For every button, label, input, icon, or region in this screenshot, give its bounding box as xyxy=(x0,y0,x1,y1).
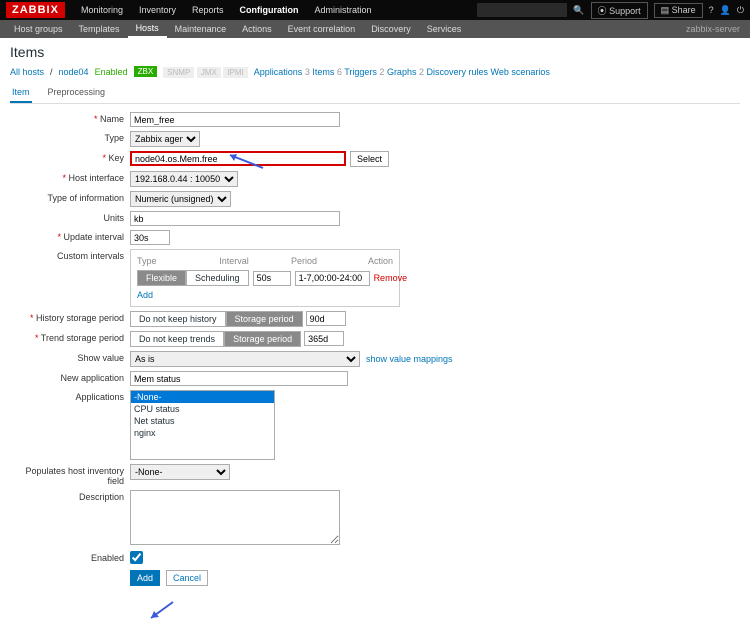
subnav-services[interactable]: Services xyxy=(419,20,470,38)
topnav-reports[interactable]: Reports xyxy=(184,0,232,20)
ci-interval-input[interactable] xyxy=(253,271,291,286)
bc-link-applications[interactable]: Applications xyxy=(254,67,303,77)
add-button[interactable]: Add xyxy=(130,570,160,586)
topnav-administration[interactable]: Administration xyxy=(307,0,380,20)
host-interface-select[interactable]: 192.168.0.44 : 10050 xyxy=(130,171,238,187)
new-application-input[interactable] xyxy=(130,371,348,386)
ci-remove-link[interactable]: Remove xyxy=(374,273,408,283)
trend-mode-toggle[interactable]: Do not keep trendsStorage period xyxy=(130,331,301,347)
trend-period-input[interactable] xyxy=(304,331,344,346)
cancel-button[interactable]: Cancel xyxy=(166,570,208,586)
subnav-maintenance[interactable]: Maintenance xyxy=(167,20,235,38)
type-select[interactable]: Zabbix agent xyxy=(130,131,200,147)
label-description: Description xyxy=(10,490,130,502)
status-enabled: Enabled xyxy=(95,67,128,77)
select-key-button[interactable]: Select xyxy=(350,151,389,167)
app-option[interactable]: Net status xyxy=(131,415,274,427)
label-key: Key xyxy=(10,151,130,163)
topnav-inventory[interactable]: Inventory xyxy=(131,0,184,20)
label-name: Name xyxy=(10,112,130,124)
page-title: Items xyxy=(10,44,740,60)
label-update-interval: Update interval xyxy=(10,230,130,242)
label-host-interface: Host interface xyxy=(10,171,130,183)
description-textarea[interactable] xyxy=(130,490,340,545)
help-icon[interactable]: ? xyxy=(709,5,714,15)
support-button[interactable]: ⦿ Support xyxy=(591,2,648,19)
search-icon[interactable]: 🔍 xyxy=(573,5,584,16)
label-trend-storage: Trend storage period xyxy=(10,331,130,343)
label-populates-inventory: Populates host inventory field xyxy=(10,464,130,486)
name-input[interactable] xyxy=(130,112,340,127)
zbx-tag: ZBX xyxy=(134,66,158,77)
ci-add-link[interactable]: Add xyxy=(137,290,153,300)
subnav-event-correlation[interactable]: Event correlation xyxy=(280,20,364,38)
bc-link-items[interactable]: Items xyxy=(312,67,334,77)
subnav-discovery[interactable]: Discovery xyxy=(363,20,419,38)
enabled-checkbox[interactable] xyxy=(130,551,143,564)
label-type: Type xyxy=(10,131,130,143)
bc-host[interactable]: node04 xyxy=(59,67,89,77)
arrow-annotation-key xyxy=(225,150,265,170)
applications-listbox[interactable]: -None-CPU statusNet statusnginx xyxy=(130,390,275,460)
subnav-host-groups[interactable]: Host groups xyxy=(6,20,71,38)
app-option[interactable]: CPU status xyxy=(131,403,274,415)
subnav-actions[interactable]: Actions xyxy=(234,20,280,38)
arrow-annotation-add xyxy=(145,600,175,624)
ci-head-interval: Interval xyxy=(219,256,251,266)
label-history-storage: History storage period xyxy=(10,311,130,323)
label-custom-intervals: Custom intervals xyxy=(10,249,130,261)
tab-item[interactable]: Item xyxy=(10,83,32,103)
tag-snmp: SNMP xyxy=(163,67,194,78)
inventory-field-select[interactable]: -None- xyxy=(130,464,230,480)
ci-head-type: Type xyxy=(137,256,179,266)
label-applications: Applications xyxy=(10,390,130,402)
share-button[interactable]: ▤ Share xyxy=(654,3,703,18)
subnav-hosts[interactable]: Hosts xyxy=(128,20,167,38)
show-value-mappings-link[interactable]: show value mappings xyxy=(366,354,453,364)
show-value-select[interactable]: As is xyxy=(130,351,360,367)
subnav-templates[interactable]: Templates xyxy=(71,20,128,38)
user-icon[interactable]: 👤 xyxy=(720,5,731,16)
type-info-select[interactable]: Numeric (unsigned) xyxy=(130,191,231,207)
ci-head-period: Period xyxy=(291,256,328,266)
tag-ipmi: IPMI xyxy=(223,67,247,78)
logo: ZABBIX xyxy=(6,2,65,18)
units-input[interactable] xyxy=(130,211,340,226)
label-enabled: Enabled xyxy=(10,551,130,563)
tag-jmx: JMX xyxy=(197,67,221,78)
bc-link-triggers[interactable]: Triggers xyxy=(344,67,377,77)
ci-head-action: Action xyxy=(368,256,393,266)
bc-all-hosts[interactable]: All hosts xyxy=(10,67,44,77)
bc-link-graphs[interactable]: Graphs xyxy=(387,67,417,77)
history-mode-toggle[interactable]: Do not keep historyStorage period xyxy=(130,311,303,327)
ci-period-input[interactable] xyxy=(295,271,370,286)
label-units: Units xyxy=(10,211,130,223)
bc-link-discovery-rules[interactable]: Discovery rules xyxy=(426,67,488,77)
label-show-value: Show value xyxy=(10,351,130,363)
label-new-application: New application xyxy=(10,371,130,383)
label-type-info: Type of information xyxy=(10,191,130,203)
history-period-input[interactable] xyxy=(306,311,346,326)
global-search-input[interactable] xyxy=(477,3,567,17)
app-option[interactable]: nginx xyxy=(131,427,274,439)
bc-link-web-scenarios[interactable]: Web scenarios xyxy=(491,67,550,77)
app-option[interactable]: -None- xyxy=(131,391,274,403)
topnav-monitoring[interactable]: Monitoring xyxy=(73,0,131,20)
breadcrumb: All hosts / node04 Enabled ZBX SNMP JMX … xyxy=(10,66,740,77)
topnav-configuration[interactable]: Configuration xyxy=(232,0,307,20)
tab-preprocessing[interactable]: Preprocessing xyxy=(46,83,108,103)
interval-type-toggle[interactable]: FlexibleScheduling xyxy=(137,270,249,286)
server-name: zabbix-server xyxy=(678,20,744,38)
power-icon[interactable]: ⏻ xyxy=(737,5,744,16)
update-interval-input[interactable] xyxy=(130,230,170,245)
